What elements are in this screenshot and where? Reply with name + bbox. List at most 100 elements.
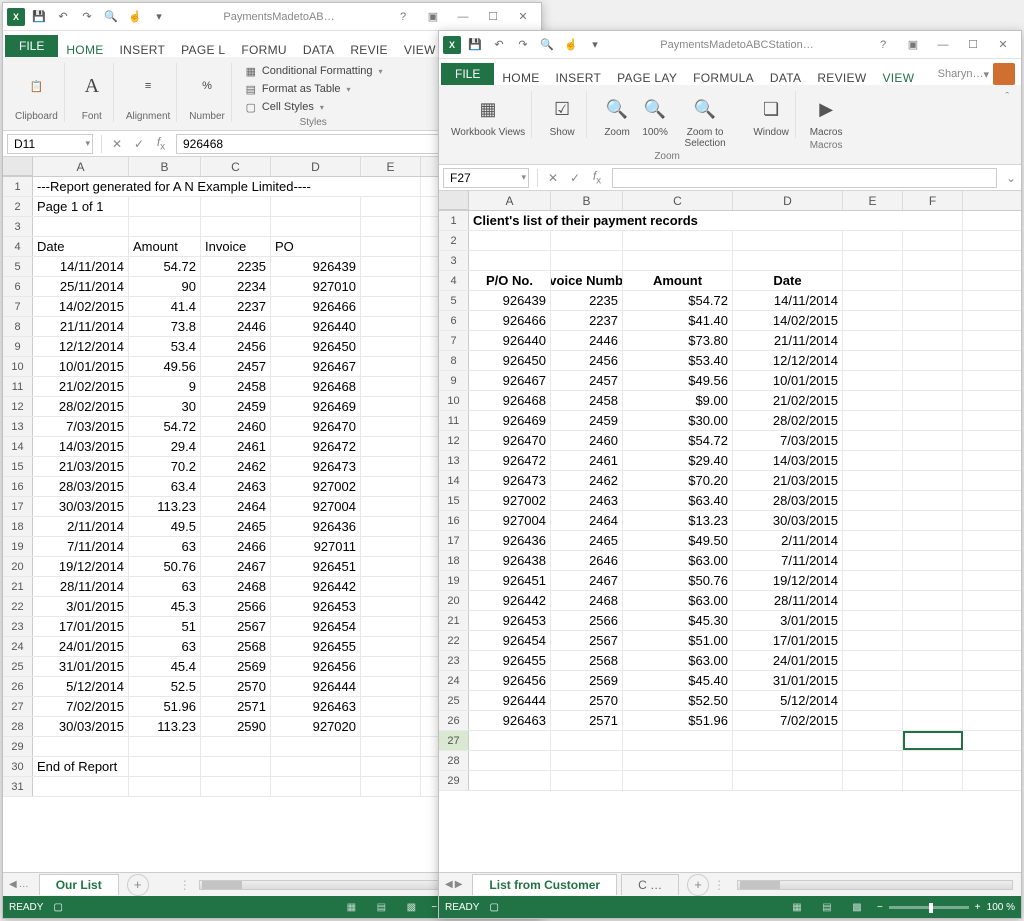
cell[interactable]: 926442	[469, 591, 551, 610]
show-button[interactable]: ☑	[544, 91, 580, 127]
cell[interactable]: 2566	[201, 597, 271, 616]
zoom-in-icon[interactable]: +	[975, 902, 981, 913]
row-header[interactable]: 28	[3, 717, 33, 736]
cell[interactable]	[903, 231, 963, 250]
cell[interactable]	[271, 737, 361, 756]
cancel-formula-icon[interactable]: ✕	[542, 171, 564, 185]
column-header-E[interactable]: E	[361, 157, 421, 176]
cell[interactable]	[903, 411, 963, 430]
cell[interactable]	[843, 251, 903, 270]
table-row[interactable]: 149264732462$70.2021/03/2015	[439, 471, 1021, 491]
table-row[interactable]: 3	[439, 251, 1021, 271]
expand-formula-bar-icon[interactable]: ⌄	[1001, 171, 1021, 185]
cell[interactable]: 3/01/2015	[33, 597, 129, 616]
table-row[interactable]: 59264392235$54.7214/11/2014	[439, 291, 1021, 311]
cell[interactable]: 2456	[551, 351, 623, 370]
cell[interactable]: 50.76	[129, 557, 201, 576]
zoom-100-button[interactable]: 🔍	[637, 91, 673, 127]
zoom-level[interactable]: 100 %	[987, 902, 1015, 913]
sheet-tab-next[interactable]: C …	[621, 874, 679, 895]
row-header[interactable]: 18	[439, 551, 469, 570]
window-button[interactable]: ❏	[753, 91, 789, 127]
cell[interactable]	[129, 777, 201, 796]
table-row[interactable]: 28	[439, 751, 1021, 771]
enter-formula-icon[interactable]: ✓	[128, 137, 150, 151]
avatar-icon[interactable]	[993, 63, 1015, 85]
cell[interactable]	[843, 531, 903, 550]
cell[interactable]: $51.00	[623, 631, 733, 650]
cell[interactable]	[361, 617, 421, 636]
row-header[interactable]: 6	[3, 277, 33, 296]
horizontal-scrollbar[interactable]	[737, 880, 1013, 890]
cell[interactable]: 2569	[551, 671, 623, 690]
cell[interactable]: 14/11/2014	[33, 257, 129, 276]
cell[interactable]: 2464	[551, 511, 623, 530]
row-header[interactable]: 6	[439, 311, 469, 330]
macro-record-icon[interactable]: ▢	[489, 902, 498, 913]
cell[interactable]: 926469	[271, 397, 361, 416]
row-header[interactable]: 14	[439, 471, 469, 490]
cell[interactable]: 2456	[201, 337, 271, 356]
cell[interactable]: 2568	[201, 637, 271, 656]
fx-icon[interactable]: fx	[586, 169, 608, 186]
cell[interactable]: 926454	[469, 631, 551, 650]
fx-icon[interactable]: fx	[150, 135, 172, 152]
cell[interactable]: $50.76	[623, 571, 733, 590]
row-header[interactable]: 11	[439, 411, 469, 430]
column-header-B[interactable]: B	[129, 157, 201, 176]
cell[interactable]: 2570	[551, 691, 623, 710]
page-layout-view-icon[interactable]: ▤	[371, 899, 391, 915]
cell[interactable]	[903, 611, 963, 630]
cell[interactable]	[843, 231, 903, 250]
column-header-C[interactable]: C	[201, 157, 271, 176]
zoom-out-icon[interactable]: −	[431, 902, 437, 913]
cell[interactable]: 926436	[271, 517, 361, 536]
cell[interactable]: 2566	[551, 611, 623, 630]
row-header[interactable]: 29	[3, 737, 33, 756]
row-header[interactable]: 15	[439, 491, 469, 510]
cell[interactable]: 926455	[271, 637, 361, 656]
row-header[interactable]: 20	[439, 591, 469, 610]
cell[interactable]	[361, 457, 421, 476]
cell[interactable]: 926456	[271, 657, 361, 676]
cell[interactable]: 2459	[201, 397, 271, 416]
cell[interactable]: 927004	[271, 497, 361, 516]
cell[interactable]	[903, 351, 963, 370]
cell[interactable]: 2462	[201, 457, 271, 476]
add-sheet-button[interactable]: +	[127, 874, 149, 896]
cell[interactable]	[903, 251, 963, 270]
row-header[interactable]: 21	[439, 611, 469, 630]
row-header[interactable]: 1	[439, 211, 469, 230]
select-all-corner[interactable]	[3, 157, 33, 176]
column-header-F[interactable]: F	[903, 191, 963, 210]
cell[interactable]	[903, 531, 963, 550]
cell[interactable]: 19/12/2014	[33, 557, 129, 576]
cell[interactable]: 2457	[551, 371, 623, 390]
cell[interactable]: 7/03/2015	[733, 431, 843, 450]
cell[interactable]	[33, 777, 129, 796]
cell[interactable]: 926463	[271, 697, 361, 716]
cell[interactable]: 14/02/2015	[733, 311, 843, 330]
cell[interactable]: 2460	[551, 431, 623, 450]
row-header[interactable]: 9	[439, 371, 469, 390]
cell[interactable]: 2458	[201, 377, 271, 396]
cell[interactable]	[361, 777, 421, 796]
ribbon-options-icon[interactable]: ▣	[419, 7, 447, 27]
cell[interactable]	[903, 731, 963, 750]
cell[interactable]: 21/03/2015	[733, 471, 843, 490]
cell[interactable]: Page 1 of 1	[33, 197, 129, 216]
cell[interactable]	[903, 371, 963, 390]
table-row[interactable]: 169270042464$13.2330/03/2015	[439, 511, 1021, 531]
cell[interactable]: $63.00	[623, 551, 733, 570]
row-header[interactable]: 3	[3, 217, 33, 236]
cell[interactable]: 54.72	[129, 417, 201, 436]
cell[interactable]: $41.40	[623, 311, 733, 330]
table-row[interactable]: 179264362465$49.502/11/2014	[439, 531, 1021, 551]
cell[interactable]: Date	[33, 237, 129, 256]
cell[interactable]: 926470	[271, 417, 361, 436]
cell[interactable]: End of Report	[33, 757, 129, 776]
cell[interactable]: $49.50	[623, 531, 733, 550]
row-header[interactable]: 2	[3, 197, 33, 216]
cell[interactable]	[903, 631, 963, 650]
cell[interactable]: 2567	[551, 631, 623, 650]
